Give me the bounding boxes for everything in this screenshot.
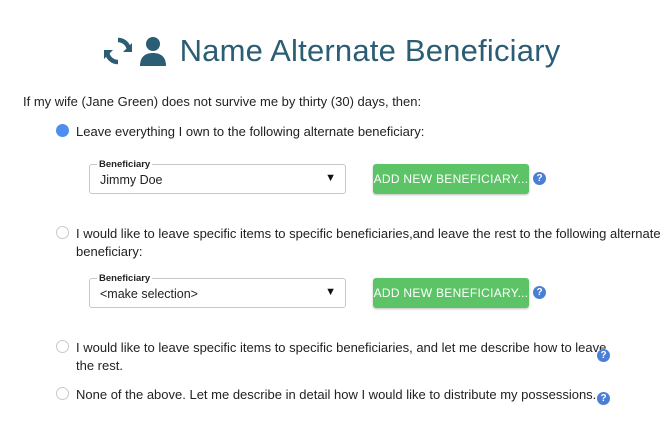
radio-specific-and-rest[interactable]: [56, 226, 69, 239]
user-icon: [139, 37, 166, 66]
option-none-of-above[interactable]: None of the above. Let me describe in de…: [56, 386, 596, 404]
help-icon[interactable]: ?: [533, 172, 546, 185]
help-icon[interactable]: ?: [597, 392, 610, 405]
option-leave-everything[interactable]: Leave everything I own to the following …: [56, 123, 424, 141]
page-title: Name Alternate Beneficiary: [179, 33, 561, 68]
select-legend: Beneficiary: [97, 159, 153, 170]
header-icons: [102, 35, 168, 67]
beneficiary-select-1[interactable]: Beneficiary Jimmy Doe ▼: [89, 159, 346, 194]
page-header: Name Alternate Beneficiary: [0, 26, 662, 76]
option-label-line-2: beneficiary:: [76, 244, 143, 259]
select-legend: Beneficiary: [97, 273, 153, 284]
option-specific-describe[interactable]: I would like to leave specific items to …: [56, 339, 606, 375]
option-label-line-1: I would like to leave specific items to …: [76, 340, 607, 355]
help-icon[interactable]: ?: [533, 286, 546, 299]
radio-specific-describe[interactable]: [56, 340, 69, 353]
radio-none-of-above[interactable]: [56, 387, 69, 400]
beneficiary-select-2[interactable]: Beneficiary <make selection> ▼: [89, 273, 346, 308]
radio-leave-everything[interactable]: [56, 124, 69, 137]
option-label: I would like to leave specific items to …: [76, 339, 606, 375]
option-label: Leave everything I own to the following …: [76, 124, 425, 139]
select-value: <make selection>: [100, 287, 198, 301]
help-icon[interactable]: ?: [597, 349, 610, 362]
chevron-down-icon: ▼: [325, 172, 336, 184]
option-label-line-1: I would like to leave specific items to …: [76, 226, 661, 241]
chevron-down-icon: ▼: [325, 286, 336, 298]
add-new-beneficiary-button-1[interactable]: ADD NEW BENEFICIARY...: [373, 164, 529, 194]
option-label: None of the above. Let me describe in de…: [76, 387, 597, 402]
option-label: I would like to leave specific items to …: [76, 225, 661, 261]
option-specific-and-rest[interactable]: I would like to leave specific items to …: [56, 225, 661, 261]
intro-text: If my wife (Jane Green) does not survive…: [23, 94, 422, 109]
select-value: Jimmy Doe: [100, 173, 163, 187]
sync-icon: [103, 37, 132, 65]
add-new-beneficiary-button-2[interactable]: ADD NEW BENEFICIARY...: [373, 278, 529, 308]
option-label-line-2: the rest.: [76, 358, 123, 373]
